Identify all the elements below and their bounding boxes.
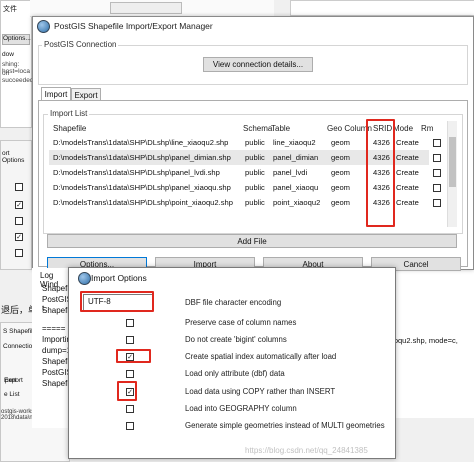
cell-schema: public <box>245 153 265 162</box>
bg-options-button[interactable]: Options... <box>2 34 31 45</box>
dialog-title: Import Options <box>91 273 147 283</box>
bg-checkbox-1[interactable] <box>15 183 23 191</box>
cell-geo: geom <box>331 153 350 162</box>
cell-schema: public <box>245 198 265 207</box>
preserve-case-checkbox[interactable] <box>126 319 134 327</box>
postgis-elephant-icon <box>37 20 50 33</box>
log-line: Shapefil <box>42 284 71 293</box>
bg-export[interactable]: Export <box>4 377 23 384</box>
tab-import[interactable]: Import <box>41 87 71 101</box>
bg-right-snippet: iaoqu2.shp, mode=c, <box>388 336 458 345</box>
bg-log-line-3: on succeeded <box>2 70 34 84</box>
bg-port-options: ort Options <box>2 150 25 164</box>
bg-checkbox-5[interactable] <box>15 249 23 257</box>
no-bigint-label: Do not create 'bigint' columns <box>185 335 287 344</box>
attribute-only-checkbox[interactable] <box>126 370 134 378</box>
cell-geo: geom <box>331 198 350 207</box>
add-file-button[interactable]: Add File <box>47 234 457 248</box>
simple-geometries-label: Generate simple geometries instead of MU… <box>185 421 385 430</box>
log-window-area: Log Wind Shapefil PostGIS t Shapefil ===… <box>32 268 75 428</box>
no-bigint-checkbox[interactable] <box>126 336 134 344</box>
cell-table: point_xiaoqu2 <box>273 198 321 207</box>
rm-checkbox[interactable] <box>433 169 441 177</box>
postgis-elephant-icon <box>78 272 91 285</box>
col-table[interactable]: Table <box>271 124 290 133</box>
cell-shapefile: D:\modelsTrans\1data\SHP\DLshp\line_xiao… <box>53 138 229 147</box>
bg-checkbox-2[interactable]: ✓ <box>15 201 23 209</box>
bg-checkbox-4[interactable]: ✓ <box>15 233 23 241</box>
bg-menu-label: 文件 <box>3 6 17 13</box>
cell-geo: geom <box>331 138 350 147</box>
log-line: ===== <box>42 324 66 333</box>
cell-geo: geom <box>331 183 350 192</box>
rm-checkbox[interactable] <box>433 139 441 147</box>
cell-mode: Create <box>396 138 419 147</box>
rm-checkbox[interactable] <box>433 184 441 192</box>
srid-highlight <box>366 119 395 227</box>
copy-label: Load data using COPY rather than INSERT <box>185 387 336 396</box>
bg-log-line-1: dow <box>2 51 14 58</box>
rm-checkbox[interactable] <box>433 199 441 207</box>
scrollbar-thumb[interactable] <box>449 137 456 187</box>
spatial-index-highlight <box>116 349 151 363</box>
encoding-label: DBF file character encoding <box>185 298 282 307</box>
view-connection-details-button[interactable]: View connection details... <box>203 57 313 72</box>
table-scrollbar[interactable] <box>447 121 457 227</box>
bg-checkbox-3[interactable] <box>15 217 23 225</box>
bg-file-list: e List <box>4 391 20 398</box>
rm-checkbox[interactable] <box>433 154 441 162</box>
preserve-case-label: Preserve case of column names <box>185 318 297 327</box>
bg-connection: Connection <box>3 343 36 350</box>
log-line: Shapefil <box>42 306 71 315</box>
cell-shapefile: D:\modelsTrans\1data\SHP\DLshp\panel_lvd… <box>53 168 220 177</box>
copy-highlight <box>117 381 137 401</box>
shapefile-manager-window: PostGIS Shapefile Import/Export Manager … <box>32 16 474 271</box>
bg-top-strip <box>30 0 274 17</box>
bg-right-log: iaoqu2.shp, mode=c, <box>388 268 474 418</box>
watermark: https://blog.csdn.net/qq_24841385 <box>245 446 368 455</box>
cell-schema: public <box>245 168 265 177</box>
col-rm[interactable]: Rm <box>421 124 433 133</box>
col-shapefile[interactable]: Shapefile <box>53 124 86 133</box>
geography-checkbox[interactable] <box>126 405 134 413</box>
bg-window-top-left: 文件 Options... dow shing: host=loca on su… <box>0 0 34 128</box>
cell-mode: Create <box>396 183 419 192</box>
cell-schema: public <box>245 138 265 147</box>
spatial-index-label: Create spatial index automatically after… <box>185 352 337 361</box>
cell-mode: Create <box>396 198 419 207</box>
cell-table: panel_dimian <box>273 153 319 162</box>
simple-geometries-checkbox[interactable] <box>126 422 134 430</box>
attribute-only-label: Load only attribute (dbf) data <box>185 369 285 378</box>
cell-mode: Create <box>396 168 419 177</box>
import-options-dialog: Import Options UTF-8 DBF file character … <box>68 267 396 459</box>
log-line: Importin <box>42 335 71 344</box>
bg-top-button[interactable] <box>110 2 182 14</box>
import-list-label: Import List <box>48 109 90 118</box>
bg-top-right-panel <box>290 0 474 16</box>
cell-shapefile: D:\modelsTrans\1data\SHP\DLshp\point_xia… <box>53 198 233 207</box>
bg-window-mid-left: ort Options ✓ ✓ <box>0 140 32 270</box>
cell-schema: public <box>245 183 265 192</box>
cell-shapefile: D:\modelsTrans\1data\SHP\DLshp\panel_xia… <box>53 183 231 192</box>
window-title: PostGIS Shapefile Import/Export Manager <box>54 21 213 31</box>
geography-label: Load into GEOGRAPHY column <box>185 404 297 413</box>
title-bar: PostGIS Shapefile Import/Export Manager <box>33 17 473 35</box>
cell-table: panel_lvdi <box>273 168 308 177</box>
col-schema[interactable]: Schema <box>243 124 272 133</box>
import-table: Shapefile Schema Table Geo Column SRID M… <box>49 119 457 229</box>
cell-table: line_xiaoqu2 <box>273 138 316 147</box>
encoding-highlight <box>80 291 154 312</box>
cell-geo: geom <box>331 168 350 177</box>
col-mode[interactable]: Mode <box>393 124 413 133</box>
cell-mode: Create <box>396 153 419 162</box>
connection-group-label: PostGIS Connection <box>42 40 119 49</box>
cell-shapefile: D:\modelsTrans\1data\SHP\DLshp\panel_dim… <box>53 153 231 162</box>
cell-table: panel_xiaoqu <box>273 183 319 192</box>
